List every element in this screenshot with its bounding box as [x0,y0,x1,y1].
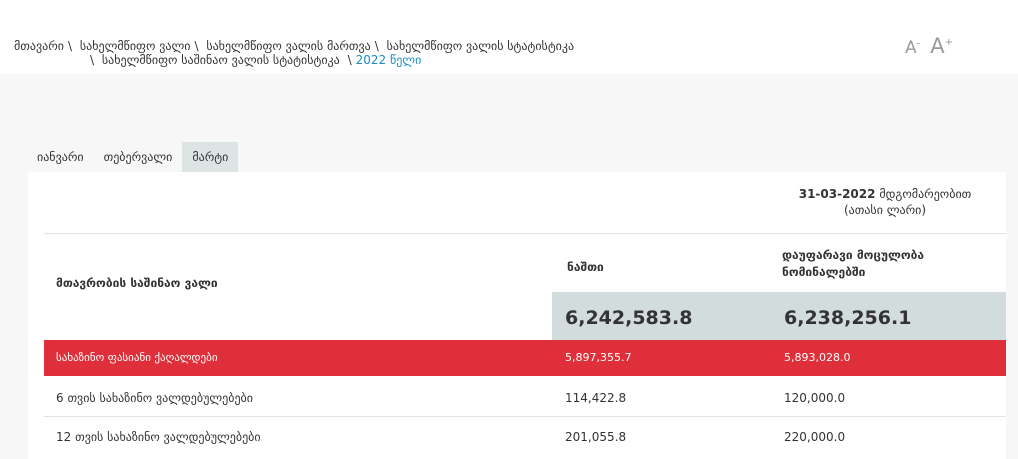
table-row-treasury-securities[interactable]: სახაზინო ფასიანი ქაღალდები 5,897,355.7 5… [44,340,1006,376]
decrease-font-button[interactable]: A- [905,38,920,58]
breadcrumb-debt-management[interactable]: სახელმწიფო ვალის მართვა [206,39,370,53]
increase-font-label: A [930,34,945,58]
divider [44,416,1006,417]
tab-february[interactable]: თებერვალი [94,142,183,172]
table-date: 31-03-2022 [798,187,876,201]
row-name: 12 თვის სახაზინო ვალდებულებები [56,430,261,444]
breadcrumb-domestic-debt-statistics[interactable]: სახელმწიფო საშინაო ვალის სტატისტიკა [102,53,340,67]
row-name: სახაზინო ფასიანი ქაღალდები [56,351,218,364]
row-balance: 5,897,355.7 [565,351,632,364]
table-row-6-month-bills: 6 თვის სახაზინო ვალდებულებები 114,422.8 … [44,380,1006,416]
breadcrumb-separator: \ [194,39,199,53]
breadcrumb-separator: \ [374,39,379,53]
tab-march[interactable]: მარტი [182,142,239,172]
table-date-suffix: მდგომარეობით [879,187,972,201]
row-balance: 114,422.8 [565,391,627,405]
breadcrumb-home[interactable]: მთავარი [14,39,64,53]
row-nominal: 5,893,028.0 [784,351,851,364]
page-header: მთავარი \ სახელმწიფო ვალი \ სახელმწიფო ვალ… [0,0,1018,74]
row-nominal: 120,000.0 [784,391,846,405]
decrease-font-label: A [905,38,917,58]
minus-icon: - [916,38,921,50]
breadcrumb-separator: \ [90,53,95,67]
breadcrumb-separator: \ [67,39,73,53]
total-nominal-value: 6,238,256.1 [784,307,912,329]
breadcrumb-separator: \ [347,53,352,67]
increase-font-button[interactable]: A+ [930,34,953,58]
table-unit: (ათასი ლარი) [843,203,927,217]
row-balance: 201,055.8 [565,430,627,444]
tab-january[interactable]: იანვარი [27,142,94,172]
row-name: 6 თვის სახაზინო ვალდებულებები [56,391,253,405]
breadcrumb: მთავარი \ სახელმწიფო ვალი \ სახელმწიფო ვალ… [14,39,574,67]
column-header-nominal: დაუფარავი მოცულობა ნომინალებში [782,248,925,279]
table-row-12-month-bills: 12 თვის სახაზინო ვალდებულებები 201,055.8… [44,419,1006,455]
table-date-header: 31-03-2022 მდგომარეობით (ათასი ლარი) [780,186,990,218]
font-size-controls: A- A+ [905,34,953,58]
breadcrumb-state-debt[interactable]: სახელმწიფო ვალი [80,39,191,53]
breadcrumb-debt-statistics[interactable]: სახელმწიფო ვალის სტატისტიკა [387,39,574,53]
plus-icon: + [944,37,954,48]
breadcrumb-current-year: 2022 წელი [355,53,422,67]
table-title: მთავრობის საშინაო ვალი [56,276,218,290]
divider [44,233,1006,234]
month-tabs: იანვარი თებერვალი მარტი [27,142,239,172]
row-nominal: 220,000.0 [784,430,846,444]
column-header-balance: ნაშთი [567,260,604,274]
total-balance-value: 6,242,583.8 [565,307,693,329]
